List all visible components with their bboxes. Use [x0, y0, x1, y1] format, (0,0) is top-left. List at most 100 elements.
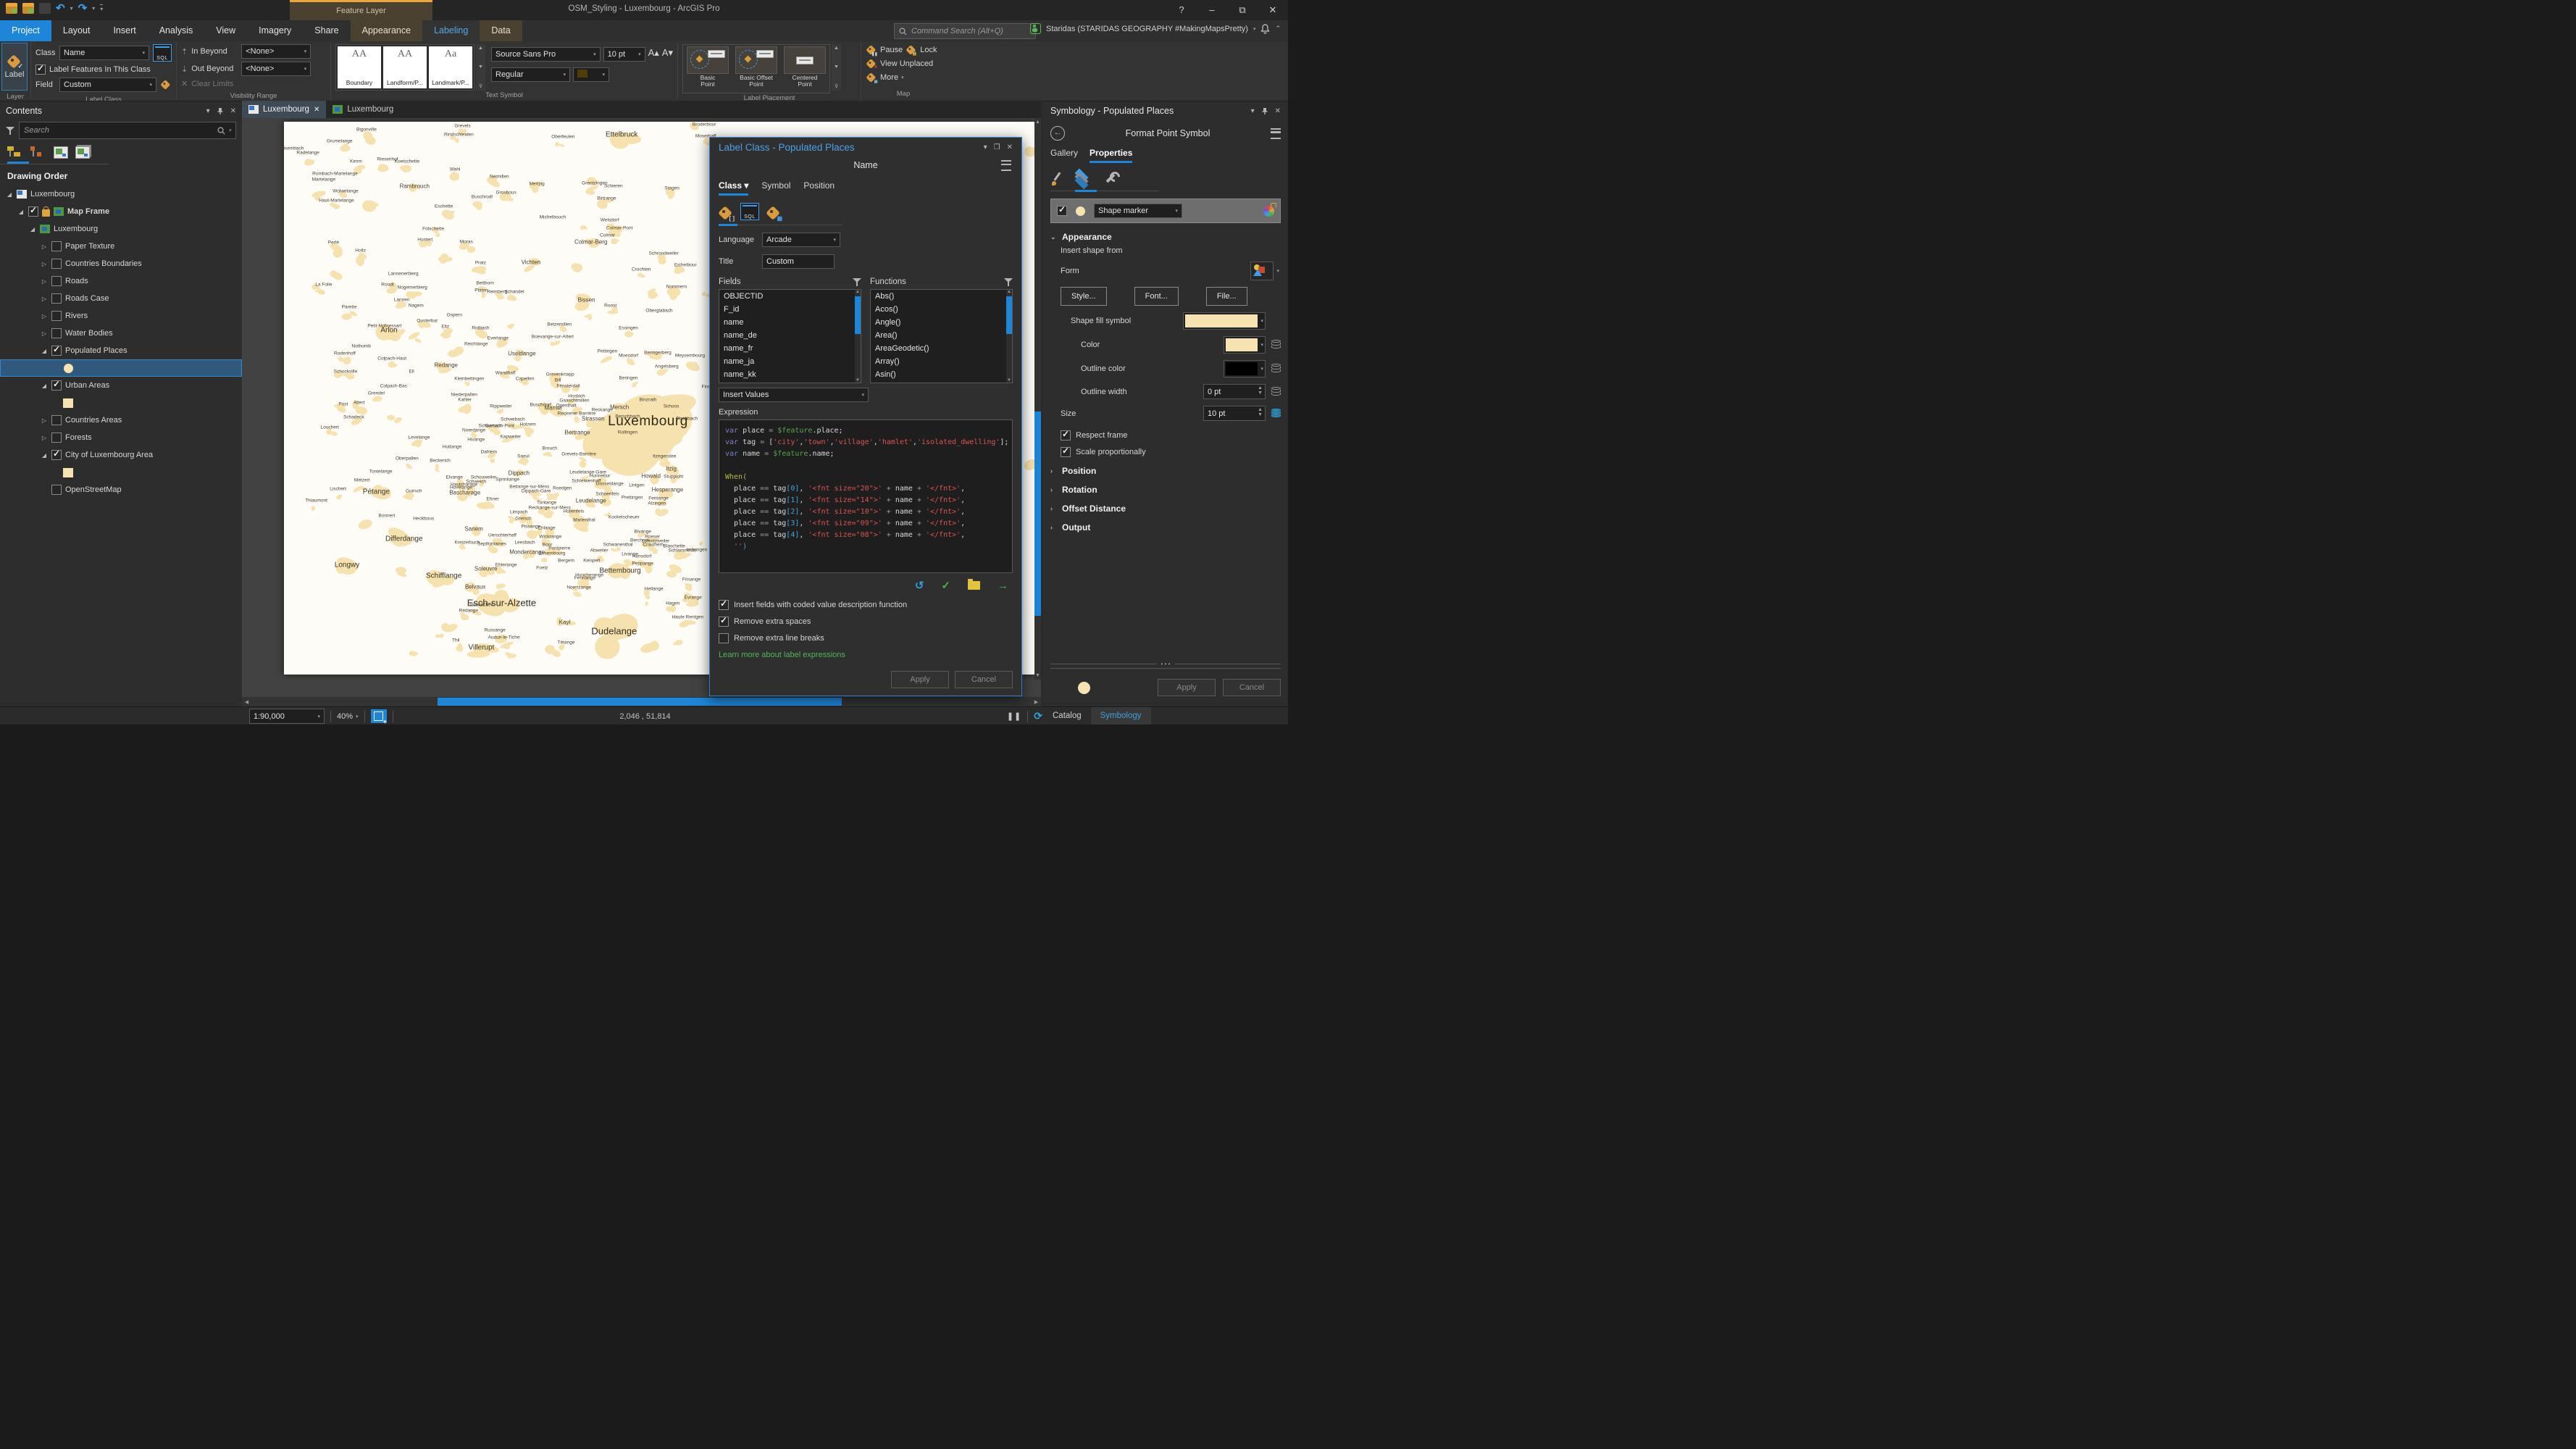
notifications-bell-icon[interactable] [1260, 24, 1270, 34]
functions-filter-icon[interactable] [1004, 277, 1013, 286]
tab-project[interactable]: Project [0, 20, 51, 41]
layer-visibility-checkbox[interactable] [51, 380, 62, 391]
font-button[interactable]: Font... [1134, 287, 1179, 306]
lock-label[interactable]: Lock [920, 46, 937, 54]
size-spinner[interactable]: 10 pt▲▼ [1203, 406, 1266, 421]
insert-values-dropdown[interactable]: Insert Values▾ [719, 388, 869, 402]
sql-mode-icon[interactable] [740, 203, 759, 220]
option-checkbox[interactable] [719, 600, 729, 610]
outline-width-override-icon[interactable] [1271, 387, 1281, 397]
font-style-dropdown[interactable]: Regular▾ [491, 67, 570, 82]
function-item[interactable]: AreaGeodetic() [871, 342, 1012, 355]
tab-data[interactable]: Data [480, 20, 522, 41]
layer-visibility-checkbox[interactable] [51, 415, 62, 425]
symbology-tab-gallery[interactable]: Gallery [1050, 148, 1078, 163]
scroll-left-icon[interactable]: ◀ [243, 699, 250, 705]
respect-frame-checkbox[interactable] [1061, 430, 1071, 440]
layer-visible-checkbox[interactable] [1057, 206, 1067, 216]
function-item[interactable]: Asin() [871, 368, 1012, 381]
list-scroll-thumb[interactable] [1006, 296, 1012, 334]
scroll-up-icon[interactable]: ▲ [855, 290, 861, 294]
layer-visibility-checkbox[interactable] [51, 293, 62, 304]
list-scroll-thumb[interactable] [855, 296, 861, 334]
shape-fill-dropdown[interactable]: ▾ [1183, 312, 1266, 330]
symbology-cancel-button[interactable]: Cancel [1223, 679, 1281, 696]
dialog-tab-position[interactable]: Position [803, 180, 835, 196]
tab-view[interactable]: View [204, 20, 247, 41]
scale-proportionally-checkbox[interactable] [1061, 447, 1071, 457]
scroll-up-icon[interactable]: ▲ [1006, 290, 1012, 294]
pin-icon[interactable] [217, 107, 224, 115]
gallery-scroll-arrows[interactable]: ▲▼⊽ [476, 44, 485, 91]
scale-dropdown[interactable]: 1:90,000▾ [249, 709, 325, 724]
layer-tree-item[interactable]: ▷Roads [0, 272, 242, 290]
option-checkbox[interactable] [719, 617, 729, 627]
function-item[interactable]: Abs() [871, 290, 1012, 303]
marker-type-dropdown[interactable]: Shape marker▾ [1094, 204, 1182, 218]
back-icon[interactable]: ← [1050, 126, 1065, 141]
layer-visibility-checkbox[interactable] [51, 450, 62, 460]
layer-visibility-checkbox[interactable] [51, 311, 62, 321]
tab-appearance[interactable]: Appearance [351, 20, 422, 41]
function-item[interactable]: Area() [871, 329, 1012, 342]
map-vertical-scrollbar[interactable]: ▲ ▼ [1034, 118, 1041, 680]
validate-expression-icon[interactable]: ✓ [941, 579, 950, 592]
expander-open-icon[interactable]: ◢ [17, 209, 25, 215]
layer-visibility-checkbox[interactable] [51, 259, 62, 269]
layer-tree-item[interactable]: ▷Water Bodies [0, 325, 242, 342]
file-button[interactable]: File... [1206, 287, 1247, 306]
symbology-apply-button[interactable]: Apply [1158, 679, 1216, 696]
placement-card-0[interactable]: Basic Point [685, 46, 731, 91]
form-shapes-dropdown[interactable]: ▾ [1250, 262, 1274, 280]
scroll-up-icon[interactable]: ▲ [1034, 120, 1041, 125]
layer-visibility-checkbox[interactable] [51, 328, 62, 338]
field-item[interactable]: name [719, 316, 861, 329]
section-offset-distance[interactable]: ›Offset Distance [1050, 504, 1281, 514]
field-item[interactable]: name_kk [719, 368, 861, 381]
layout-grid-button[interactable] [371, 709, 387, 723]
layers-icon[interactable] [1075, 170, 1092, 186]
symbol-layer-row[interactable]: Shape marker▾ [1050, 199, 1281, 223]
paintbrush-icon[interactable] [1050, 172, 1065, 186]
revert-expression-icon[interactable]: ↺ [915, 579, 924, 592]
list-scrollbar[interactable]: ▲▼ [1006, 290, 1012, 383]
layer-visibility-checkbox[interactable] [51, 485, 62, 495]
font-size-dropdown[interactable]: 10 pt▾ [603, 47, 645, 62]
open-project-icon[interactable] [22, 3, 34, 14]
open-expression-icon[interactable] [968, 581, 980, 590]
contents-menu-caret-icon[interactable]: ▾ [206, 107, 210, 115]
pause-drawing-icon[interactable]: ❚❚ [1007, 711, 1021, 721]
layer-tree-item[interactable]: ▷Countries Areas [0, 412, 242, 429]
tab-layout[interactable]: Layout [51, 20, 102, 41]
dialog-dock-icon[interactable]: ❐ [994, 143, 1000, 151]
section-caret-icon[interactable]: › [1050, 486, 1058, 493]
symbology-close-icon[interactable]: ✕ [1275, 107, 1281, 115]
map-horizontal-scrollbar[interactable]: ◀ ▶ [242, 697, 1041, 706]
list-by-editing-icon[interactable] [75, 146, 90, 159]
user-caret-icon[interactable]: ▾ [1253, 26, 1256, 32]
color-override-icon[interactable] [1271, 340, 1281, 350]
list-scrollbar[interactable]: ▲▼ [855, 290, 861, 383]
tab-labeling[interactable]: Labeling [422, 20, 480, 41]
expander-open-icon[interactable]: ◢ [6, 191, 13, 198]
view-tab-luxembourg[interactable]: Luxembourg✕ [242, 101, 326, 118]
section-caret-icon[interactable]: › [1050, 467, 1058, 475]
dialog-cancel-button[interactable]: Cancel [955, 671, 1013, 688]
layer-tree-item[interactable]: ▷Countries Boundaries [0, 255, 242, 272]
contents-close-icon[interactable]: ✕ [230, 107, 236, 115]
language-dropdown[interactable]: Arcade▾ [762, 233, 840, 247]
dialog-tab-class[interactable]: Class ▾ [719, 180, 748, 196]
pause-label[interactable]: Pause [880, 46, 903, 54]
expander-closed-icon[interactable]: ▷ [41, 330, 48, 337]
layer-symbol-row[interactable] [0, 359, 242, 377]
dialog-menu-caret-icon[interactable]: ▾ [984, 143, 987, 151]
layer-symbol-row[interactable] [0, 394, 242, 412]
search-options-caret-icon[interactable]: ▾ [228, 128, 231, 133]
panel-splitter[interactable] [1050, 664, 1281, 669]
close-button[interactable]: ✕ [1258, 0, 1288, 20]
layer-tree-item[interactable]: ▷Paper Texture [0, 238, 242, 255]
font-dropdown[interactable]: Source Sans Pro▾ [491, 47, 601, 62]
expander-closed-icon[interactable]: ▷ [41, 243, 48, 250]
pin-icon[interactable] [1261, 107, 1268, 115]
close-view-icon[interactable]: ✕ [314, 106, 319, 114]
